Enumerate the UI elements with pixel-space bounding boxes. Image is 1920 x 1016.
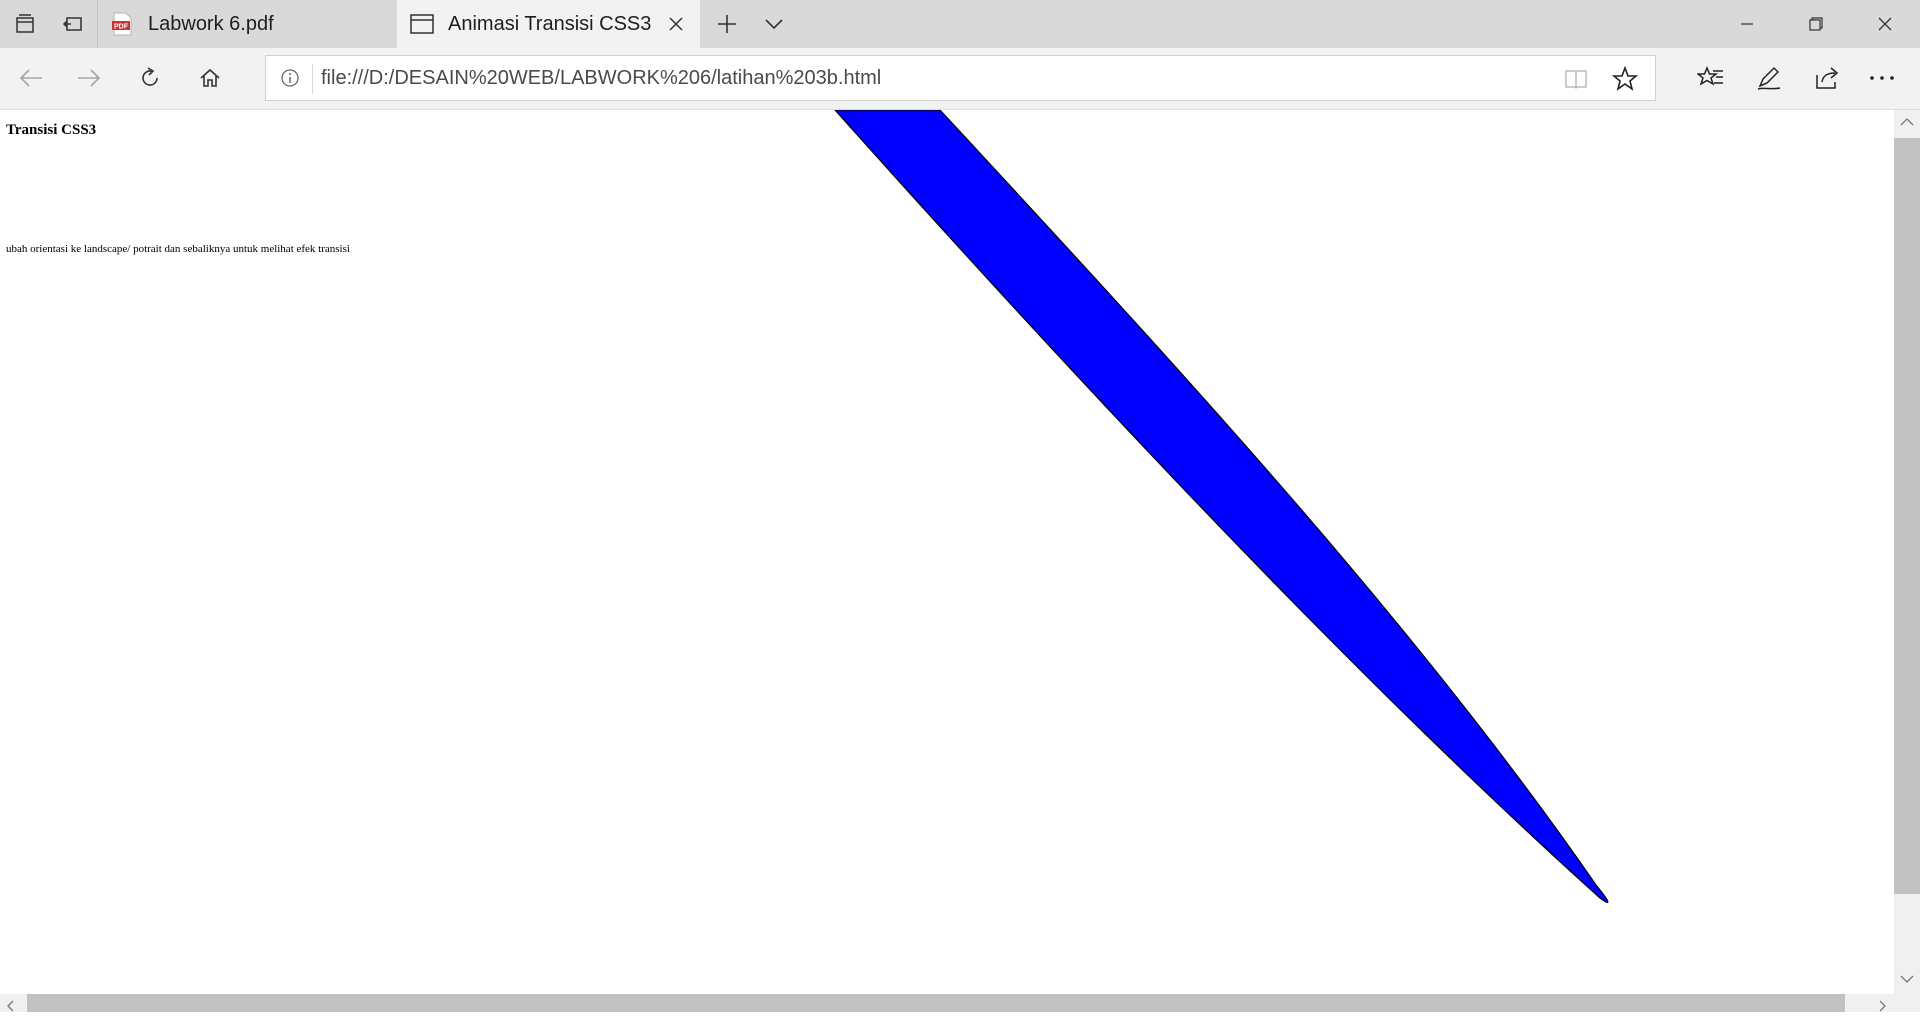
restore-tabs-icon[interactable] — [50, 0, 96, 48]
favorites-hub-icon[interactable] — [1689, 56, 1733, 100]
scroll-right-icon[interactable] — [1876, 997, 1888, 1016]
info-icon[interactable] — [278, 66, 302, 90]
chevron-down-icon[interactable] — [751, 0, 797, 48]
url-field[interactable]: file:///D:/DESAIN%20WEB/LABWORK%206/lati… — [321, 56, 881, 100]
address-divider — [312, 64, 313, 94]
tab-labwork-pdf[interactable]: PDF Labwork 6.pdf — [97, 0, 397, 48]
scroll-up-icon[interactable] — [1900, 114, 1914, 133]
svg-text:PDF: PDF — [114, 24, 129, 31]
vertical-scrollbar[interactable] — [1894, 110, 1920, 994]
tabs-aside-icon[interactable] — [2, 0, 48, 48]
close-icon[interactable] — [1850, 0, 1920, 48]
transition-shape — [834, 110, 1609, 903]
refresh-icon[interactable] — [128, 56, 172, 100]
reading-view-icon[interactable] — [1562, 65, 1590, 93]
share-icon[interactable] — [1806, 56, 1850, 100]
horizontal-scroll-thumb[interactable] — [27, 994, 1845, 1012]
more-icon[interactable] — [1860, 56, 1904, 100]
scroll-down-icon[interactable] — [1900, 971, 1914, 990]
pen-icon[interactable] — [1747, 56, 1791, 100]
forward-arrow-icon[interactable] — [67, 56, 111, 100]
tab-title: Labwork 6.pdf — [148, 12, 274, 35]
horizontal-scrollbar[interactable] — [0, 994, 1894, 1012]
tab-animasi-transisi[interactable]: Animasi Transisi CSS3 — [397, 0, 700, 48]
tab-strip: PDF Labwork 6.pdf Animasi Transisi CSS3 — [0, 0, 1920, 48]
tab-title: Animasi Transisi CSS3 — [448, 12, 652, 35]
page-heading: Transisi CSS3 — [6, 122, 97, 138]
address-bar[interactable]: file:///D:/DESAIN%20WEB/LABWORK%206/lati… — [265, 55, 1656, 101]
vertical-scroll-thumb[interactable] — [1894, 138, 1920, 894]
back-arrow-icon[interactable] — [9, 56, 53, 100]
page-icon — [410, 14, 434, 38]
navigation-bar: file:///D:/DESAIN%20WEB/LABWORK%206/lati… — [0, 48, 1920, 110]
home-icon[interactable] — [188, 56, 232, 100]
scrollbar-corner — [1894, 994, 1920, 1012]
restore-icon[interactable] — [1781, 0, 1851, 48]
minimize-icon[interactable] — [1712, 0, 1782, 48]
page-content: Transisi CSS3 ubah orientasi ke landscap… — [0, 110, 1894, 994]
scroll-left-icon[interactable] — [5, 997, 17, 1016]
close-tab-icon[interactable] — [664, 12, 688, 36]
favorite-star-icon[interactable] — [1611, 65, 1639, 93]
plus-icon[interactable] — [704, 0, 750, 48]
pdf-file-icon: PDF — [111, 12, 133, 40]
page-instruction: ubah orientasi ke landscape/ potrait dan… — [6, 243, 350, 255]
